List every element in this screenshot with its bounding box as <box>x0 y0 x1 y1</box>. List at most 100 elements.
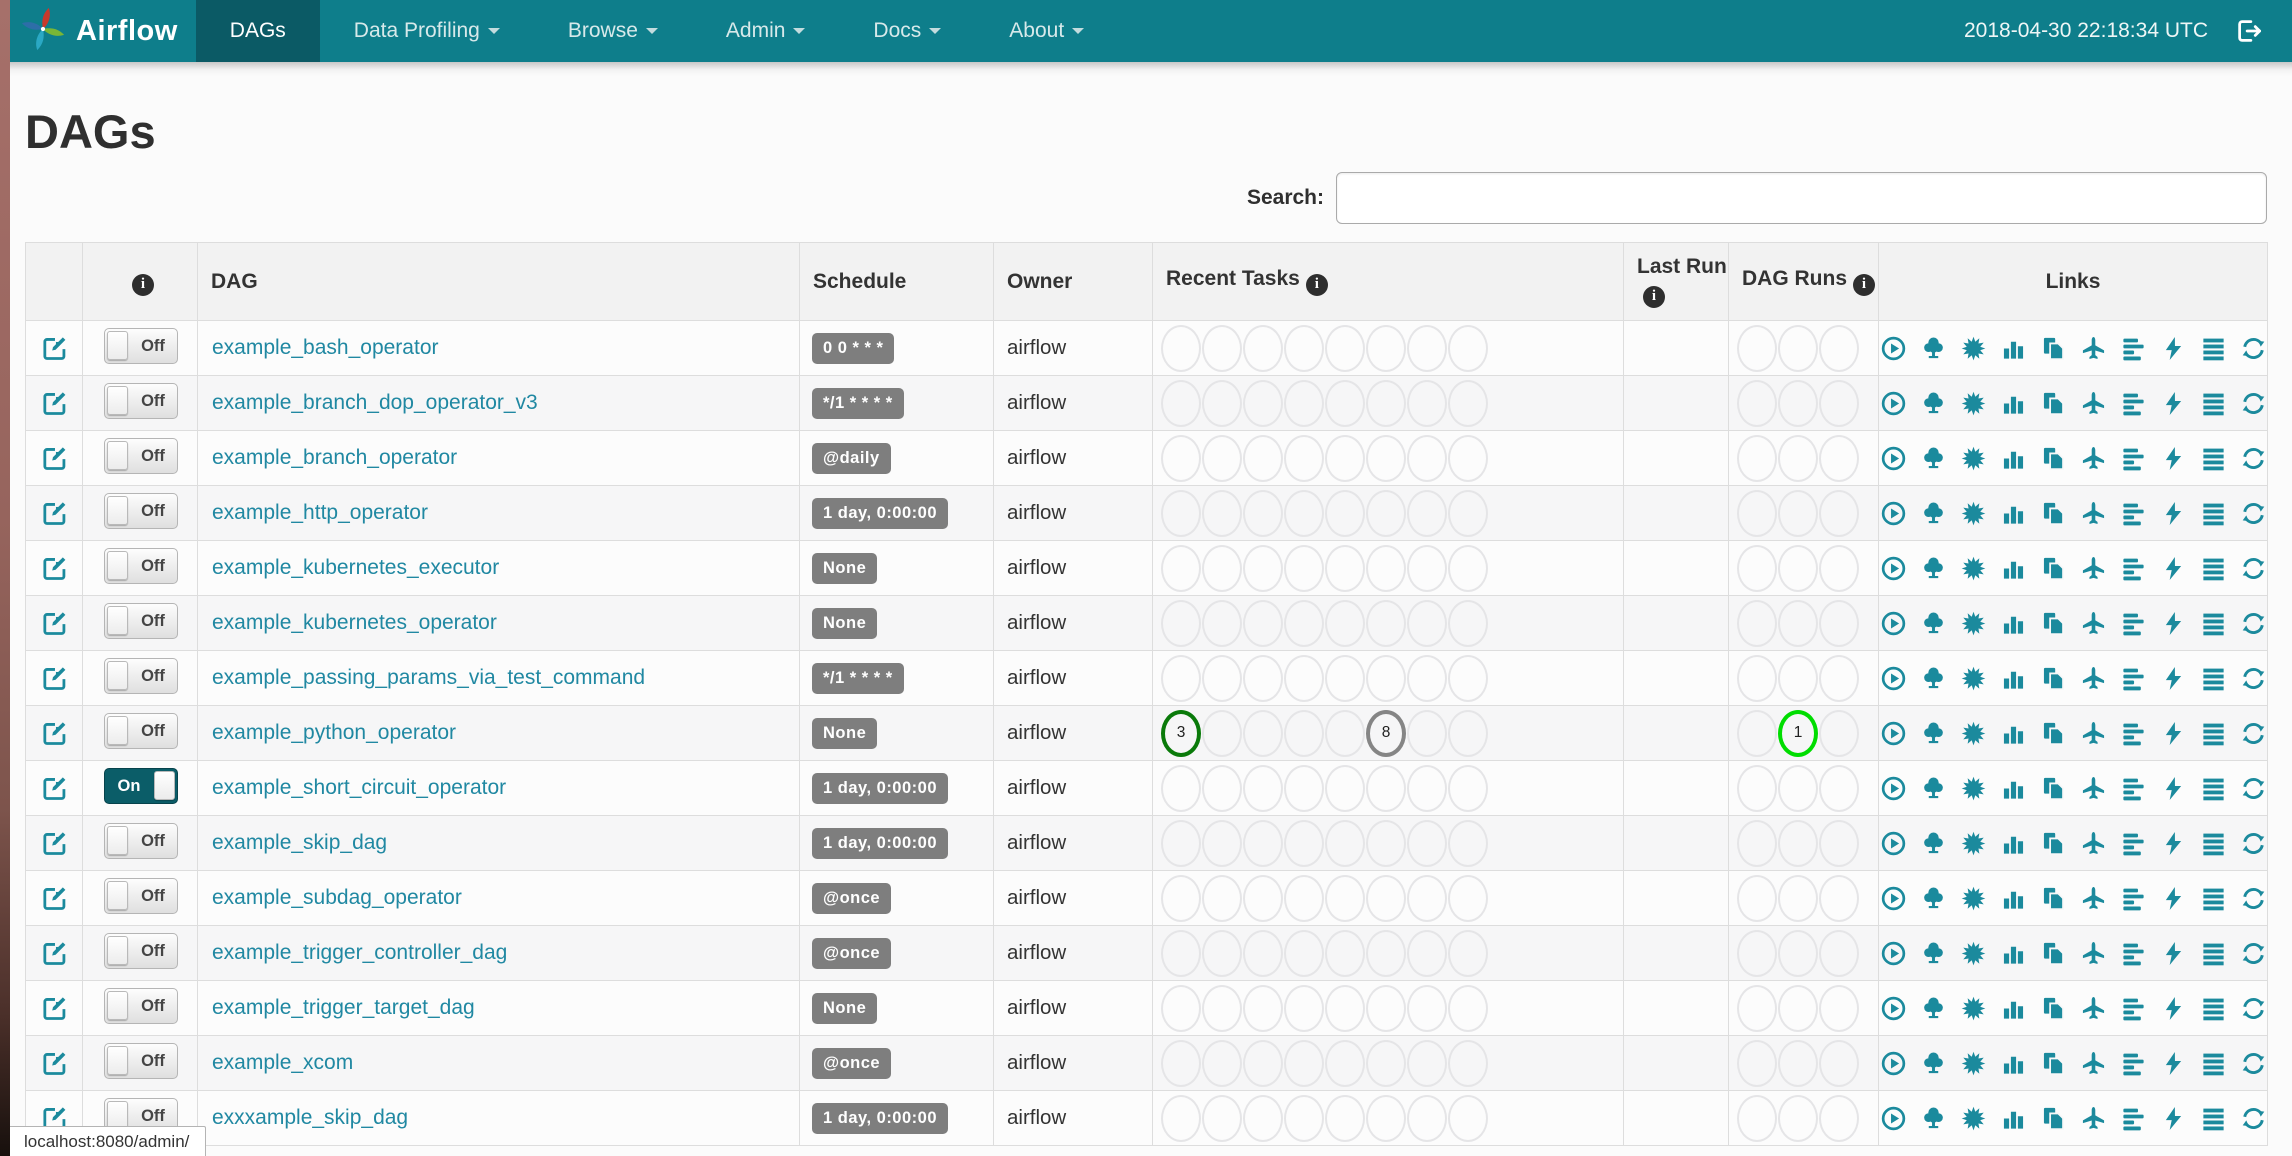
schedule-badge[interactable]: @daily <box>812 442 891 474</box>
trigger-dag-icon[interactable] <box>1880 885 1907 912</box>
landing-times-icon[interactable] <box>2080 1050 2107 1077</box>
refresh-icon[interactable] <box>2240 665 2267 692</box>
dag-pause-toggle[interactable]: Off <box>104 987 178 1024</box>
recent-task-circle[interactable] <box>1366 544 1406 592</box>
code-view-icon[interactable] <box>2160 830 2187 857</box>
dag-run-circle[interactable] <box>1819 1094 1859 1142</box>
dag-link[interactable]: example_http_operator <box>198 501 428 525</box>
refresh-icon[interactable] <box>2240 720 2267 747</box>
task-tries-icon[interactable] <box>2040 775 2067 802</box>
dag-run-circle[interactable] <box>1778 654 1818 702</box>
recent-task-circle[interactable] <box>1407 709 1447 757</box>
recent-task-circle[interactable] <box>1202 984 1242 1032</box>
dag-run-circle[interactable] <box>1737 544 1777 592</box>
recent-task-circle[interactable] <box>1202 599 1242 647</box>
recent-task-circle[interactable] <box>1161 379 1201 427</box>
dag-run-circle[interactable] <box>1819 764 1859 812</box>
tree-view-icon[interactable] <box>1920 1105 1947 1132</box>
graph-view-icon[interactable] <box>1960 555 1987 582</box>
recent-task-circle[interactable] <box>1448 489 1488 537</box>
gantt-icon[interactable] <box>2120 335 2147 362</box>
code-view-icon[interactable] <box>2160 390 2187 417</box>
recent-task-circle[interactable] <box>1325 1039 1365 1087</box>
recent-task-circle[interactable] <box>1243 984 1283 1032</box>
dag-link[interactable]: example_trigger_target_dag <box>198 996 475 1020</box>
dag-details-icon[interactable] <box>2200 940 2227 967</box>
recent-task-circle[interactable] <box>1407 654 1447 702</box>
landing-times-icon[interactable] <box>2080 830 2107 857</box>
recent-task-circle[interactable] <box>1366 1094 1406 1142</box>
recent-task-circle[interactable] <box>1243 874 1283 922</box>
dag-run-circle[interactable] <box>1819 929 1859 977</box>
graph-view-icon[interactable] <box>1960 500 1987 527</box>
recent-task-circle[interactable] <box>1407 599 1447 647</box>
task-duration-icon[interactable] <box>2000 720 2027 747</box>
task-tries-icon[interactable] <box>2040 1105 2067 1132</box>
recent-task-circle[interactable] <box>1161 819 1201 867</box>
recent-task-circle[interactable] <box>1448 654 1488 702</box>
schedule-badge[interactable]: 1 day, 0:00:00 <box>812 497 949 529</box>
trigger-dag-icon[interactable] <box>1880 610 1907 637</box>
recent-task-circle[interactable] <box>1284 1039 1324 1087</box>
landing-times-icon[interactable] <box>2080 1105 2107 1132</box>
dag-run-circle[interactable] <box>1737 764 1777 812</box>
recent-task-circle[interactable] <box>1284 1094 1324 1142</box>
task-tries-icon[interactable] <box>2040 665 2067 692</box>
recent-task-circle[interactable] <box>1325 324 1365 372</box>
code-view-icon[interactable] <box>2160 775 2187 802</box>
recent-task-circle[interactable] <box>1243 819 1283 867</box>
code-view-icon[interactable] <box>2160 665 2187 692</box>
recent-task-circle[interactable] <box>1325 874 1365 922</box>
task-duration-icon[interactable] <box>2000 940 2027 967</box>
task-tries-icon[interactable] <box>2040 500 2067 527</box>
recent-task-circle[interactable] <box>1243 929 1283 977</box>
dag-details-icon[interactable] <box>2200 1050 2227 1077</box>
dag-run-circle[interactable] <box>1819 1039 1859 1087</box>
recent-task-circle[interactable] <box>1448 929 1488 977</box>
schedule-badge[interactable]: */1 * * * * <box>812 387 904 419</box>
dag-details-icon[interactable] <box>2200 445 2227 472</box>
graph-view-icon[interactable] <box>1960 885 1987 912</box>
dag-run-circle[interactable] <box>1737 489 1777 537</box>
dag-details-icon[interactable] <box>2200 610 2227 637</box>
recent-task-circle[interactable] <box>1243 434 1283 482</box>
trigger-dag-icon[interactable] <box>1880 500 1907 527</box>
edit-dag-icon[interactable] <box>26 829 82 858</box>
recent-task-circle[interactable] <box>1366 929 1406 977</box>
refresh-icon[interactable] <box>2240 775 2267 802</box>
dag-pause-toggle[interactable]: Off <box>104 932 178 969</box>
task-tries-icon[interactable] <box>2040 445 2067 472</box>
gantt-icon[interactable] <box>2120 1105 2147 1132</box>
recent-task-circle[interactable] <box>1284 764 1324 812</box>
nav-item-dags[interactable]: DAGs <box>195 0 320 62</box>
edit-dag-icon[interactable] <box>26 554 82 583</box>
dag-run-circle[interactable] <box>1778 1094 1818 1142</box>
schedule-badge[interactable]: None <box>812 992 878 1024</box>
dag-link[interactable]: example_branch_operator <box>198 446 457 470</box>
recent-task-circle[interactable] <box>1243 544 1283 592</box>
recent-task-circle[interactable] <box>1366 599 1406 647</box>
recent-task-circle[interactable] <box>1243 1039 1283 1087</box>
dag-run-circle[interactable] <box>1819 654 1859 702</box>
task-duration-icon[interactable] <box>2000 995 2027 1022</box>
dag-run-circle[interactable] <box>1778 874 1818 922</box>
gantt-icon[interactable] <box>2120 390 2147 417</box>
task-duration-icon[interactable] <box>2000 335 2027 362</box>
dag-pause-toggle[interactable]: Off <box>104 547 178 584</box>
recent-task-circle[interactable] <box>1448 544 1488 592</box>
recent-task-circle[interactable] <box>1243 764 1283 812</box>
recent-task-circle[interactable] <box>1325 1094 1365 1142</box>
recent-task-circle[interactable] <box>1407 489 1447 537</box>
dag-run-circle[interactable] <box>1778 929 1818 977</box>
landing-times-icon[interactable] <box>2080 995 2107 1022</box>
recent-task-circle[interactable] <box>1448 1039 1488 1087</box>
gantt-icon[interactable] <box>2120 610 2147 637</box>
dag-run-circle[interactable] <box>1778 434 1818 482</box>
recent-task-circle[interactable] <box>1407 324 1447 372</box>
graph-view-icon[interactable] <box>1960 720 1987 747</box>
task-duration-icon[interactable] <box>2000 445 2027 472</box>
refresh-icon[interactable] <box>2240 1105 2267 1132</box>
task-tries-icon[interactable] <box>2040 995 2067 1022</box>
header-dag[interactable]: DAG <box>197 242 800 321</box>
dag-pause-toggle[interactable]: Off <box>104 437 178 474</box>
